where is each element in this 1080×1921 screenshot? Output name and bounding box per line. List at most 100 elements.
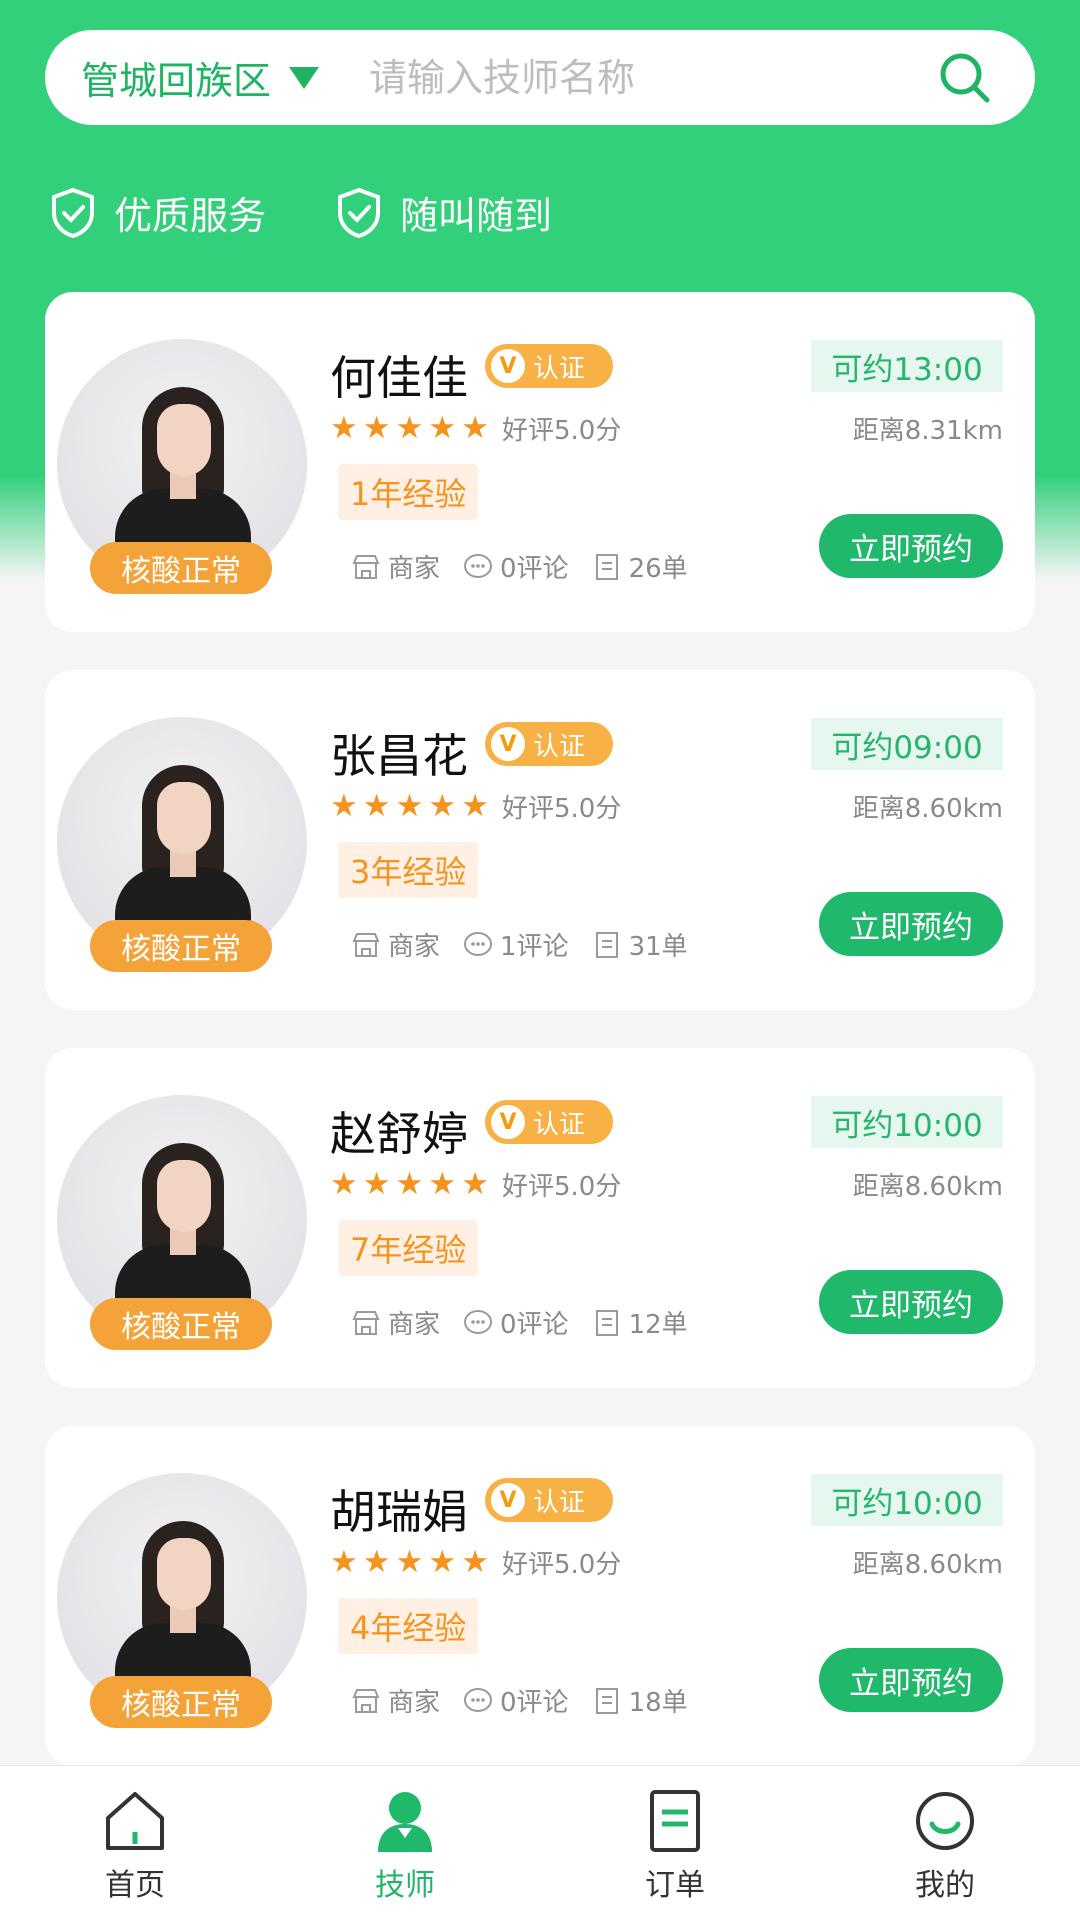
technician-card[interactable]: 核酸正常 张昌花 V 认证 ★ ★ ★ ★ ★ 好评5.0分 3年经验 商家 1评论 31… — [45, 670, 1035, 1010]
comment-count: 1评论 — [500, 932, 569, 962]
tab-technician[interactable]: 技师 — [270, 1766, 540, 1921]
certified-badge: V 认证 — [485, 344, 613, 388]
star-icon: ★ — [428, 1166, 457, 1202]
tab-label: 我的 — [915, 1868, 975, 1903]
rating-text: 好评5.0分 — [501, 794, 622, 824]
star-icon: ★ — [428, 410, 457, 446]
store-icon — [352, 932, 380, 957]
order-count: 12单 — [628, 1310, 688, 1340]
certified-badge: V 认证 — [485, 1100, 613, 1144]
book-now-button[interactable]: 立即预约 — [819, 1648, 1003, 1712]
verified-icon: V — [491, 1105, 525, 1139]
feature-label: 优质服务 — [114, 194, 267, 238]
rating-text: 好评5.0分 — [501, 416, 622, 446]
merchant-label: 商家 — [388, 1310, 441, 1340]
search-icon[interactable] — [935, 48, 995, 108]
tab-home[interactable]: 首页 — [0, 1766, 270, 1921]
available-time-badge: 可约10:00 — [811, 1096, 1003, 1148]
tab-profile[interactable]: 我的 — [810, 1766, 1080, 1921]
distance-text: 距离8.60km — [852, 1550, 1003, 1580]
comment-count: 0评论 — [500, 1688, 569, 1718]
rating-text: 好评5.0分 — [501, 1172, 622, 1202]
order-list-icon — [595, 931, 618, 958]
comment-icon — [464, 553, 493, 578]
star-icon: ★ — [362, 788, 391, 824]
star-icon: ★ — [395, 1166, 424, 1202]
rating-stars: ★ ★ ★ ★ ★ 好评5.0分 — [330, 1166, 621, 1203]
nucleic-status-badge: 核酸正常 — [90, 1676, 272, 1728]
book-now-button[interactable]: 立即预约 — [819, 892, 1003, 956]
distance-text: 距离8.60km — [852, 1172, 1003, 1202]
feature-quality: 优质服务 — [50, 185, 266, 240]
order-list-icon — [595, 1687, 618, 1714]
rating-stars: ★ ★ ★ ★ ★ 好评5.0分 — [330, 410, 621, 447]
feature-oncall: 随叫随到 — [336, 185, 552, 240]
star-icon: ★ — [395, 788, 424, 824]
nucleic-status-badge: 核酸正常 — [90, 920, 272, 972]
feature-label: 随叫随到 — [400, 194, 553, 238]
star-icon: ★ — [461, 410, 489, 446]
meta-row: 商家 1评论 31单 — [350, 926, 710, 963]
meta-row: 商家 0评论 18单 — [350, 1682, 710, 1719]
tab-orders[interactable]: 订单 — [540, 1766, 810, 1921]
star-icon: ★ — [428, 1544, 457, 1580]
rating-stars: ★ ★ ★ ★ ★ 好评5.0分 — [330, 788, 621, 825]
cert-label: 认证 — [533, 1109, 586, 1140]
tab-label: 技师 — [375, 1868, 435, 1903]
merchant-label: 商家 — [388, 554, 441, 584]
order-count: 18单 — [628, 1688, 688, 1718]
book-now-button[interactable]: 立即预约 — [819, 1270, 1003, 1334]
available-time-badge: 可约13:00 — [811, 340, 1003, 392]
star-icon: ★ — [461, 788, 489, 824]
star-icon: ★ — [428, 788, 457, 824]
cert-label: 认证 — [533, 1487, 586, 1518]
shield-check-icon — [52, 187, 94, 238]
order-list-icon — [595, 1309, 618, 1336]
bottom-tab-bar: 首页 技师 订单 我的 — [0, 1765, 1080, 1921]
order-list-icon — [595, 553, 618, 580]
star-icon: ★ — [362, 1544, 391, 1580]
city-label: 管城回族区 — [81, 59, 272, 103]
verified-icon: V — [491, 349, 525, 383]
technician-card[interactable]: 核酸正常 胡瑞娟 V 认证 ★ ★ ★ ★ ★ 好评5.0分 4年经验 商家 0评论 18… — [45, 1426, 1035, 1766]
comment-icon — [464, 1687, 493, 1712]
technician-card[interactable]: 核酸正常 何佳佳 V 认证 ★ ★ ★ ★ ★ 好评5.0分 1年经验 商家 0评论 26… — [45, 292, 1035, 632]
cert-label: 认证 — [533, 353, 586, 384]
comment-count: 0评论 — [500, 1310, 569, 1340]
book-now-button[interactable]: 立即预约 — [819, 514, 1003, 578]
star-icon: ★ — [395, 410, 424, 446]
star-icon: ★ — [330, 1166, 358, 1202]
tab-label: 订单 — [645, 1868, 705, 1903]
star-icon: ★ — [330, 1544, 358, 1580]
technician-card[interactable]: 核酸正常 赵舒婷 V 认证 ★ ★ ★ ★ ★ 好评5.0分 7年经验 商家 0评论 12… — [45, 1048, 1035, 1388]
technician-name: 张昌花 — [330, 729, 468, 783]
star-icon: ★ — [461, 1544, 489, 1580]
dropdown-arrow-icon — [289, 66, 320, 89]
distance-text: 距离8.31km — [852, 416, 1003, 446]
merchant-label: 商家 — [388, 932, 441, 962]
certified-badge: V 认证 — [485, 1478, 613, 1522]
verified-icon: V — [491, 1483, 525, 1517]
home-icon — [106, 1792, 164, 1850]
star-icon: ★ — [461, 1166, 489, 1202]
order-count: 26单 — [628, 554, 688, 584]
meta-row: 商家 0评论 12单 — [350, 1304, 710, 1341]
city-selector[interactable]: 管城回族区 — [81, 50, 320, 105]
comment-icon — [464, 931, 493, 956]
cert-label: 认证 — [533, 731, 586, 762]
rating-stars: ★ ★ ★ ★ ★ 好评5.0分 — [330, 1544, 621, 1581]
order-icon — [650, 1790, 700, 1852]
technician-name: 胡瑞娟 — [330, 1485, 468, 1539]
comment-count: 0评论 — [500, 554, 569, 584]
search-bar: 管城回族区 — [45, 30, 1035, 125]
search-input[interactable] — [367, 54, 935, 101]
feature-row: 优质服务 随叫随到 — [50, 185, 552, 240]
profile-icon — [916, 1792, 974, 1850]
store-icon — [352, 554, 380, 579]
order-count: 31单 — [628, 932, 688, 962]
available-time-badge: 可约09:00 — [811, 718, 1003, 770]
available-time-badge: 可约10:00 — [811, 1474, 1003, 1526]
experience-tag: 7年经验 — [338, 1220, 479, 1276]
star-icon: ★ — [330, 410, 358, 446]
shield-check-icon — [338, 187, 381, 238]
